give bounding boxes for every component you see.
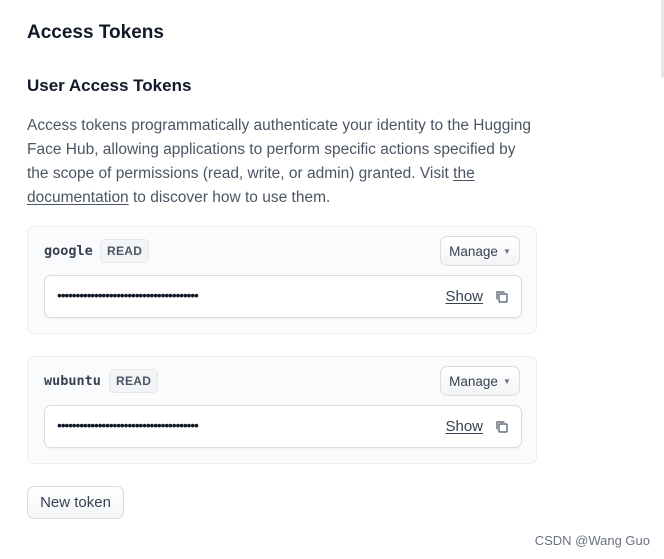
token-field[interactable]: •••••••••••••••••••••••••••••••••••••• S… [44,405,522,448]
section-title: User Access Tokens [27,76,192,95]
new-token-button[interactable]: New token [27,486,124,519]
show-token-link[interactable]: Show [445,288,483,305]
manage-label: Manage [449,243,498,259]
token-field[interactable]: •••••••••••••••••••••••••••••••••••••• S… [44,275,522,318]
show-token-link[interactable]: Show [445,418,483,435]
token-value: •••••••••••••••••••••••••••••••••••••• [57,287,199,303]
token-value: •••••••••••••••••••••••••••••••••••••• [57,417,199,433]
manage-button[interactable]: Manage ▼ [440,236,520,266]
manage-button[interactable]: Manage ▼ [440,366,520,396]
token-card: google READ Manage ▼ •••••••••••••••••••… [27,226,537,334]
watermark: CSDN @Wang Guo [534,533,650,548]
token-card: wubuntu READ Manage ▼ ••••••••••••••••••… [27,356,537,464]
section-description: Access tokens programmatically authentic… [27,114,537,210]
caret-down-icon: ▼ [502,246,511,256]
new-token-label: New token [40,494,111,511]
page-title: Access Tokens [27,22,164,43]
manage-label: Manage [449,373,498,389]
token-name: google [44,243,93,259]
caret-down-icon: ▼ [502,376,511,386]
token-name: wubuntu [44,373,101,389]
description-text-end: to discover how to use them. [128,189,331,206]
copy-icon[interactable] [495,420,509,434]
copy-icon[interactable] [495,290,509,304]
role-badge: READ [109,369,159,393]
role-badge: READ [100,239,150,263]
